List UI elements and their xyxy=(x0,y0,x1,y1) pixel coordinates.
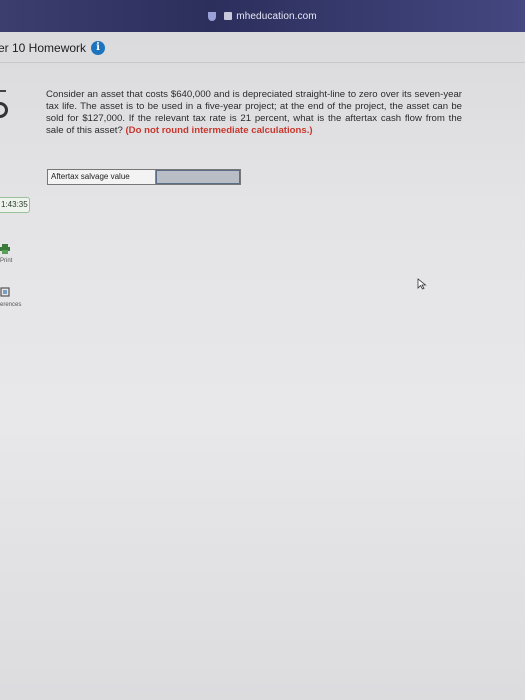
url-text: mheducation.com xyxy=(236,10,317,22)
question-note: (Do not round intermediate calculations.… xyxy=(125,125,313,136)
references-icon[interactable] xyxy=(0,287,10,297)
sidebar-dash-icon xyxy=(0,90,6,92)
question-text: Consider an asset that costs $640,000 an… xyxy=(46,89,462,137)
info-icon[interactable]: i xyxy=(91,41,106,55)
aftertax-salvage-input[interactable] xyxy=(156,170,240,184)
references-label[interactable]: erences xyxy=(0,302,21,308)
timer-badge: 1:43:35 xyxy=(0,197,30,213)
print-icon[interactable] xyxy=(0,244,10,254)
refresh-icon[interactable] xyxy=(0,102,8,118)
shield-icon xyxy=(208,11,217,21)
answer-label: Aftertax salvage value xyxy=(48,170,156,184)
page-header: er 10 Homework i xyxy=(0,38,106,58)
answer-row: Aftertax salvage value xyxy=(47,169,241,185)
print-label[interactable]: Print xyxy=(0,258,12,264)
lock-icon xyxy=(224,12,233,20)
browser-url-bar[interactable]: mheducation.com xyxy=(0,0,525,32)
header-divider xyxy=(0,62,525,63)
mouse-cursor-icon xyxy=(417,278,427,290)
page-title: er 10 Homework xyxy=(0,41,87,55)
